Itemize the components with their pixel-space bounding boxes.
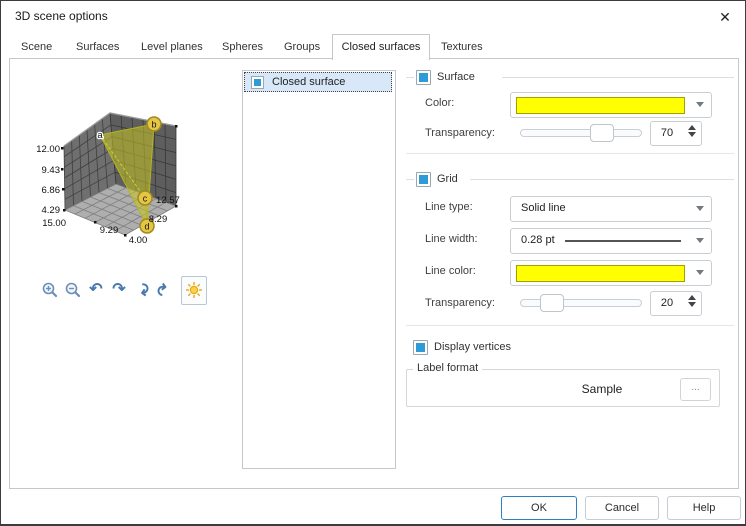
line-width-dropdown[interactable]: 0.28 pt <box>510 228 712 254</box>
zoom-out-icon[interactable] <box>63 279 83 301</box>
dialog-title: 3D scene options <box>15 9 108 23</box>
chevron-down-icon <box>696 102 704 107</box>
svg-text:c: c <box>143 194 148 204</box>
tab-page-closed-surfaces: b c d a 12.00 9.43 6.86 4.29 15.00 9.29 … <box>9 58 739 489</box>
slider-groove <box>520 299 642 307</box>
rotate-left-icon[interactable]: ↶ <box>86 279 106 301</box>
line-color-dropdown[interactable] <box>510 260 712 286</box>
list-item[interactable]: Closed surface <box>244 72 392 92</box>
surface-transparency-slider[interactable] <box>520 124 642 142</box>
label-format-group: Label format Sample ... <box>406 362 720 407</box>
line-width-sample <box>565 240 681 242</box>
svg-text:4.29: 4.29 <box>42 205 61 216</box>
label-format-title: Label format <box>413 362 483 374</box>
grid-section-label: Grid <box>437 173 458 185</box>
spin-down-icon[interactable] <box>688 132 696 137</box>
line-width-label: Line width: <box>425 233 478 245</box>
vertex-marker-c: c <box>137 190 153 206</box>
cancel-button[interactable]: Cancel <box>585 496 659 520</box>
slider-thumb[interactable] <box>540 294 564 312</box>
svg-text:15.00: 15.00 <box>42 218 66 229</box>
rotate-backward-icon[interactable]: ↷ <box>155 279 175 301</box>
closed-surfaces-list[interactable]: Closed surface <box>242 70 396 469</box>
display-vertices-label: Display vertices <box>434 341 512 353</box>
svg-text:9.29: 9.29 <box>100 225 119 236</box>
list-item-label: Closed surface <box>272 76 346 88</box>
svg-text:8.29: 8.29 <box>149 214 168 225</box>
chevron-down-icon <box>696 206 704 211</box>
surface-color-swatch <box>516 97 685 114</box>
svg-text:6.86: 6.86 <box>42 185 61 196</box>
svg-text:b: b <box>151 120 156 130</box>
chevron-down-icon <box>696 238 704 243</box>
surface-transparency-label: Transparency: <box>425 127 495 139</box>
preview-toolbar: ↶ ↷ ↷ ↷ <box>40 275 207 305</box>
light-toggle-button[interactable] <box>181 275 207 305</box>
vertex-marker-b: b <box>146 116 162 132</box>
svg-text:12.00: 12.00 <box>36 144 60 155</box>
tab-surfaces[interactable]: Surfaces <box>76 41 119 53</box>
slider-groove <box>520 129 642 137</box>
line-color-swatch <box>516 265 685 282</box>
grid-transparency-slider[interactable] <box>520 294 642 312</box>
list-item-checkbox[interactable] <box>251 75 264 89</box>
spin-down-icon[interactable] <box>688 302 696 307</box>
sun-icon <box>186 282 202 298</box>
svg-text:9.43: 9.43 <box>42 165 61 176</box>
grid-transparency-label: Transparency: <box>425 297 495 309</box>
slider-thumb[interactable] <box>590 124 614 142</box>
grid-transparency-spinbox[interactable]: 20 <box>650 291 702 316</box>
color-label: Color: <box>425 97 455 109</box>
rotate-forward-icon[interactable]: ↷ <box>132 279 152 301</box>
3d-preview[interactable]: b c d a 12.00 9.43 6.86 4.29 15.00 9.29 … <box>17 97 217 257</box>
rotate-right-icon[interactable]: ↷ <box>109 279 129 301</box>
spin-up-icon[interactable] <box>688 125 696 130</box>
zoom-in-icon[interactable] <box>40 279 60 301</box>
surface-transparency-spinbox[interactable]: 70 <box>650 121 702 146</box>
dialog-3d-scene-options: 3D scene options ✕ Scene Surfaces Level … <box>0 0 746 526</box>
ok-button[interactable]: OK <box>501 496 577 520</box>
tab-groups[interactable]: Groups <box>284 41 320 53</box>
surface-color-dropdown[interactable] <box>510 92 712 118</box>
titlebar: 3D scene options ✕ <box>1 1 745 33</box>
display-vertices-checkbox[interactable] <box>413 340 428 355</box>
tab-level-planes[interactable]: Level planes <box>141 41 203 53</box>
grid-checkbox[interactable] <box>416 172 431 187</box>
surface-section-label: Surface <box>437 71 475 83</box>
spin-up-icon[interactable] <box>688 295 696 300</box>
svg-text:4.00: 4.00 <box>129 235 148 246</box>
label-format-browse-button[interactable]: ... <box>680 378 711 401</box>
tab-spheres[interactable]: Spheres <box>222 41 263 53</box>
help-button[interactable]: Help <box>667 496 741 520</box>
chevron-down-icon <box>696 270 704 275</box>
vertex-marker-a: a <box>97 130 103 141</box>
line-type-dropdown[interactable]: Solid line <box>510 196 712 222</box>
close-icon[interactable]: ✕ <box>715 7 735 27</box>
tab-closed-surfaces[interactable]: Closed surfaces <box>332 34 430 60</box>
svg-text:12.57: 12.57 <box>156 195 180 206</box>
surface-checkbox[interactable] <box>416 70 431 85</box>
tab-scene[interactable]: Scene <box>21 41 52 53</box>
line-color-label: Line color: <box>425 265 476 277</box>
tab-textures[interactable]: Textures <box>441 41 483 53</box>
line-type-label: Line type: <box>425 201 473 213</box>
